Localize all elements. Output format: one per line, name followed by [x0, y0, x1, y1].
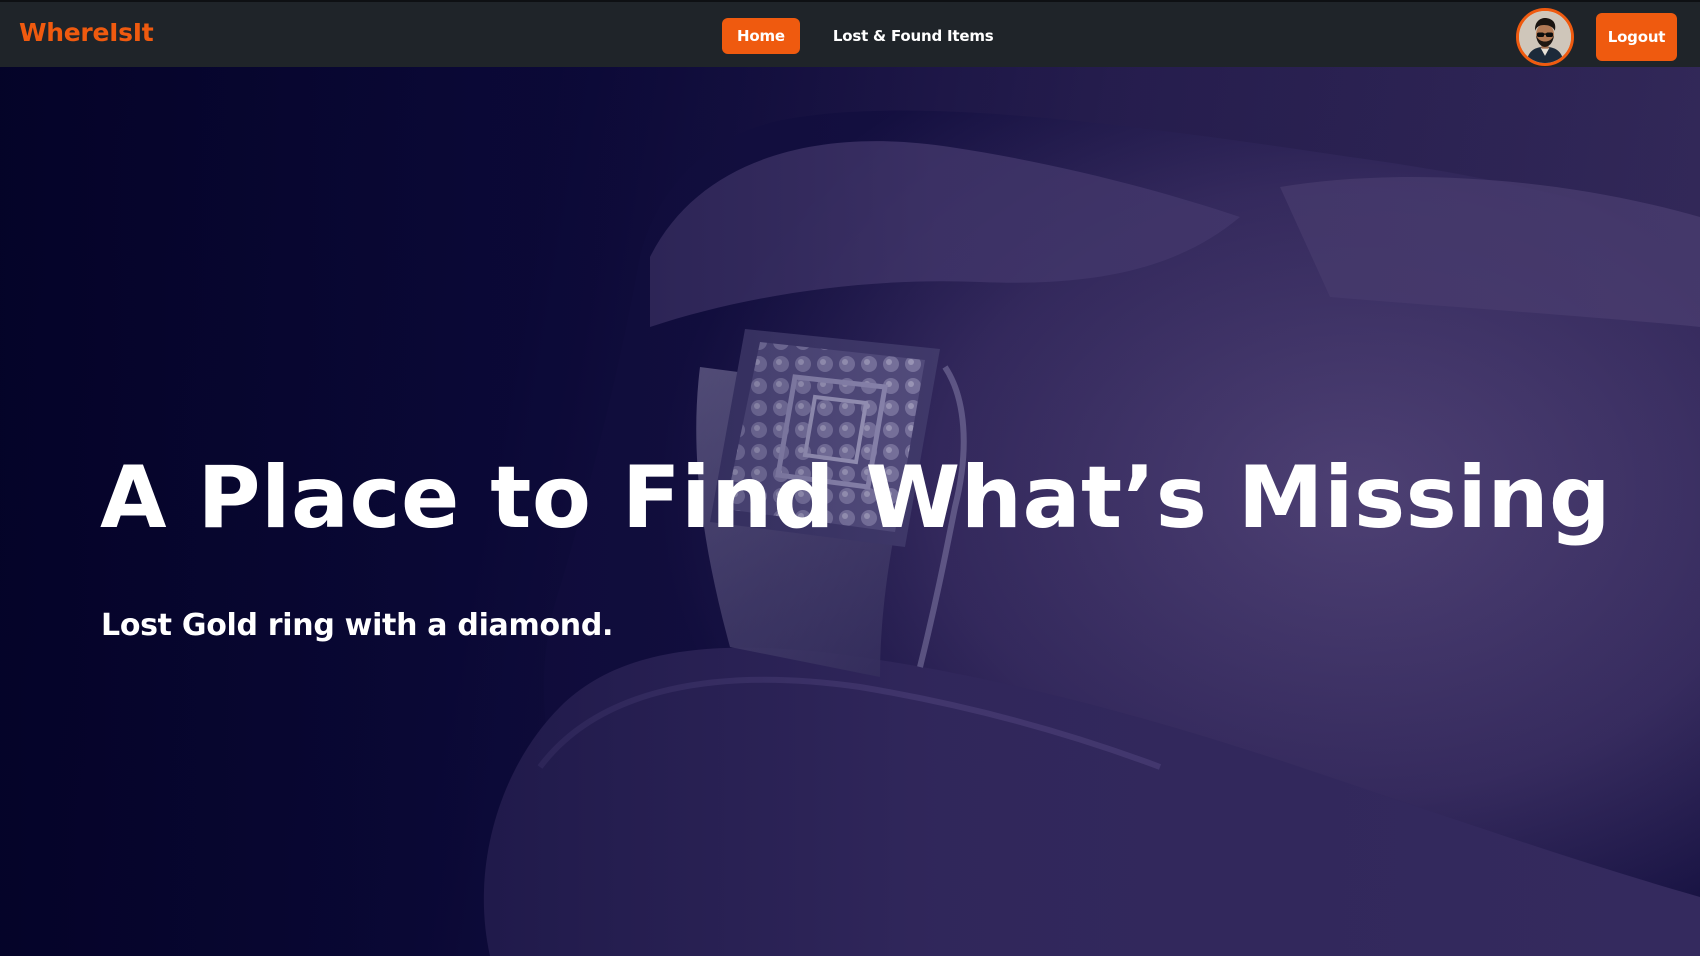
logout-button[interactable]: Logout	[1596, 13, 1677, 61]
brand-logo[interactable]: WhereIsIt	[19, 18, 154, 47]
user-avatar-icon	[1519, 11, 1571, 63]
page: WhereIsIt Home Lost & Found Items Logout…	[0, 0, 1700, 956]
navbar: WhereIsIt Home Lost & Found Items Logout	[0, 0, 1700, 67]
hero-banner: A Place to Find What’s Missing Lost Gold…	[0, 67, 1700, 956]
hero-title: A Place to Find What’s Missing	[100, 448, 1612, 548]
user-avatar[interactable]	[1516, 8, 1574, 66]
nav-links: Home Lost & Found Items	[722, 18, 1009, 54]
hero-subtitle: Lost Gold ring with a diamond.	[101, 608, 614, 643]
nav-link-home[interactable]: Home	[722, 18, 800, 54]
nav-link-lost-found-items[interactable]: Lost & Found Items	[818, 18, 1009, 54]
